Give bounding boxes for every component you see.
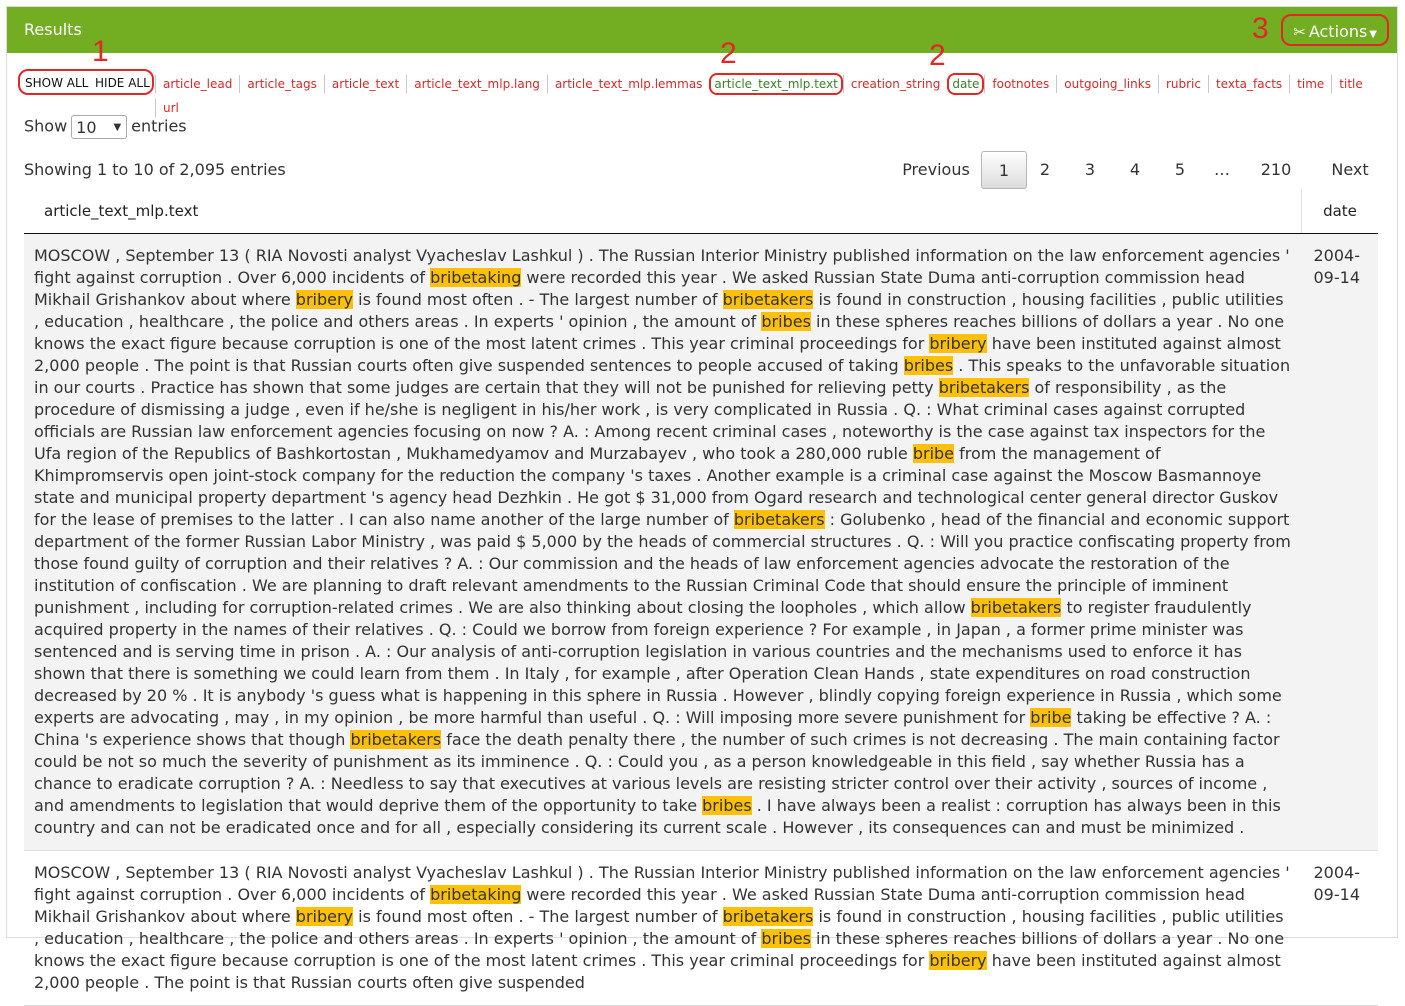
results-panel: Results ✂ Actions ▼ SHOW ALL HIDE ALL arti… [6,6,1398,1006]
column-toggle-list: article_lead article_tags article_text arti… [155,73,1385,121]
column-toggle-time[interactable]: time [1289,75,1331,93]
column-toggle-texta-facts[interactable]: texta_facts [1207,75,1289,93]
highlighted-term: bribe [1030,708,1072,727]
column-toggle-footnotes[interactable]: footnotes [984,75,1056,93]
highlighted-term: bribes [761,929,811,948]
annotation-2b: 2 [929,39,946,72]
results-table: article_text_mlp.text date MOSCOW , Sept… [24,189,1378,1006]
page-4[interactable]: 4 [1117,151,1153,189]
date-cell: 2004-09-14 [1301,850,1378,1006]
highlighted-term: bribetakers [722,907,814,926]
page-length-select[interactable]: 10 ▼ [71,115,128,139]
column-header-text[interactable]: article_text_mlp.text [24,189,1302,234]
page-next[interactable]: Next [1322,151,1378,189]
text-cell: MOSCOW , September 13 ( RIA Novosti anal… [24,233,1302,851]
annotation-2a: 2 [720,37,737,70]
highlighted-term: bribes [702,796,752,815]
page-length-value: 10 [76,118,97,137]
table-row[interactable]: MOSCOW , September 13 ( RIA Novosti anal… [24,850,1378,1006]
column-header-date[interactable]: date [1301,189,1378,234]
highlighted-term: bribetakers [722,290,814,309]
show-label: Show [24,116,68,136]
page-2[interactable]: 2 [1027,151,1063,189]
annotation-3: 3 [1252,12,1269,45]
page-ellipsis: … [1214,160,1230,179]
highlighted-term: bribery [295,290,354,309]
actions-button[interactable]: ✂ Actions ▼ [1281,14,1389,46]
results-header: Results ✂ Actions ▼ [7,7,1397,53]
text-cell: MOSCOW , September 13 ( RIA Novosti anal… [24,850,1302,1006]
caret-down-icon: ▼ [1369,29,1377,40]
hide-all-button[interactable]: HIDE ALL [95,76,150,90]
scissors-icon: ✂ [1293,23,1306,41]
annotation-1: 1 [92,35,109,68]
table-header-row: article_text_mlp.text date [24,189,1378,234]
page-210[interactable]: 210 [1251,151,1301,189]
actions-label: Actions [1308,22,1368,41]
entries-label: entries [131,116,187,136]
highlighted-term: bribetaking [430,885,522,904]
column-toggle-creation-string[interactable]: creation_string [842,75,947,93]
column-toggle-title[interactable]: title [1331,75,1369,93]
page-5[interactable]: 5 [1162,151,1198,189]
page-3[interactable]: 3 [1072,151,1108,189]
highlighted-term: bribery [295,907,354,926]
show-all-button[interactable]: SHOW ALL [25,76,88,90]
text-segment: is found most often . - The largest numb… [353,290,723,309]
highlighted-term: bribetaking [430,268,522,287]
column-toggle-group: SHOW ALL HIDE ALL [18,69,154,95]
highlighted-term: bribery [929,334,987,353]
column-toggle-article-tags[interactable]: article_tags [239,75,324,93]
highlighted-term: bribetakers [970,598,1062,617]
column-toggle-article-text-mlp-text[interactable]: article_text_mlp.text [709,73,843,95]
page-1[interactable]: 1 [981,151,1027,189]
highlighted-term: bribes [761,312,811,331]
highlighted-term: bribetakers [938,378,1030,397]
highlighted-term: bribe [912,444,955,463]
highlighted-term: bribetakers [733,510,825,529]
column-toggle-outgoing-links[interactable]: outgoing_links [1056,75,1158,93]
column-toggle-article-text-mlp-lang[interactable]: article_text_mlp.lang [406,75,547,93]
highlighted-term: bribery [929,951,987,970]
text-segment: is found most often . - The largest numb… [353,907,723,926]
column-toggle-date[interactable]: date [947,73,985,95]
highlighted-term: bribes [903,356,954,375]
page-length-control: Show 10 ▼ entries [24,115,187,139]
table-info: Showing 1 to 10 of 2,095 entries [24,160,286,179]
column-toggle-article-lead[interactable]: article_lead [155,75,239,93]
date-cell: 2004-09-14 [1301,233,1378,851]
results-title: Results [24,20,82,39]
column-toggle-article-text-mlp-lemmas[interactable]: article_text_mlp.lemmas [546,75,709,93]
column-toggle-rubric[interactable]: rubric [1157,75,1208,93]
highlighted-term: bribetakers [350,730,442,749]
select-arrow-icon: ▼ [113,122,122,133]
table-row[interactable]: MOSCOW , September 13 ( RIA Novosti anal… [24,233,1378,851]
page-previous[interactable]: Previous [886,151,986,189]
column-toggle-article-text[interactable]: article_text [323,75,406,93]
